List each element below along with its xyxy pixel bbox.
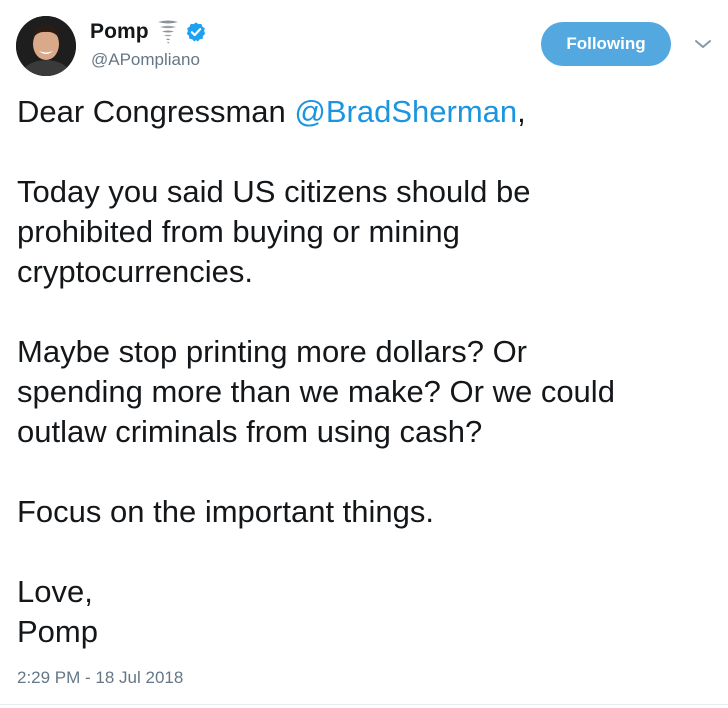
paragraph-line: Maybe stop printing more dollars? Or: [17, 334, 528, 369]
mention-link[interactable]: @BradSherman: [294, 94, 517, 129]
profile-photo-icon: [16, 16, 76, 76]
chevron-down-icon[interactable]: [693, 37, 713, 51]
sign-off-line: Love,: [17, 574, 93, 609]
greeting-line: Dear Congressman @BradSherman,: [17, 92, 717, 132]
paragraph-line: prohibited from buying or mining: [17, 214, 460, 249]
paragraph-line: spending more than we make? Or we could: [17, 374, 615, 409]
paragraph-line: Today you said US citizens should be: [17, 174, 531, 209]
tweet-timestamp[interactable]: 2:29 PM - 18 Jul 2018: [17, 668, 183, 688]
greeting-text: Dear Congressman: [17, 94, 295, 129]
author-handle[interactable]: @APompliano: [91, 50, 200, 70]
sign-off-name: Pomp: [17, 614, 98, 649]
avatar[interactable]: [16, 16, 76, 76]
verified-badge-icon: [185, 21, 207, 43]
paragraph-line: Focus on the important things.: [17, 494, 435, 529]
greeting-comma: ,: [517, 94, 526, 129]
following-button[interactable]: Following: [541, 22, 671, 66]
display-name[interactable]: Pomp: [90, 20, 149, 44]
paragraph-line: outlaw criminals from using cash?: [17, 414, 483, 449]
paragraph-line: cryptocurrencies.: [17, 254, 254, 289]
author-name-row: Pomp: [90, 17, 207, 47]
tweet-text: Dear Congressman @BradSherman, Today you…: [17, 92, 717, 652]
tornado-icon: [157, 19, 179, 45]
tweet-card: Pomp @APompliano Following Dear Congress…: [0, 0, 728, 708]
divider: [0, 704, 728, 705]
